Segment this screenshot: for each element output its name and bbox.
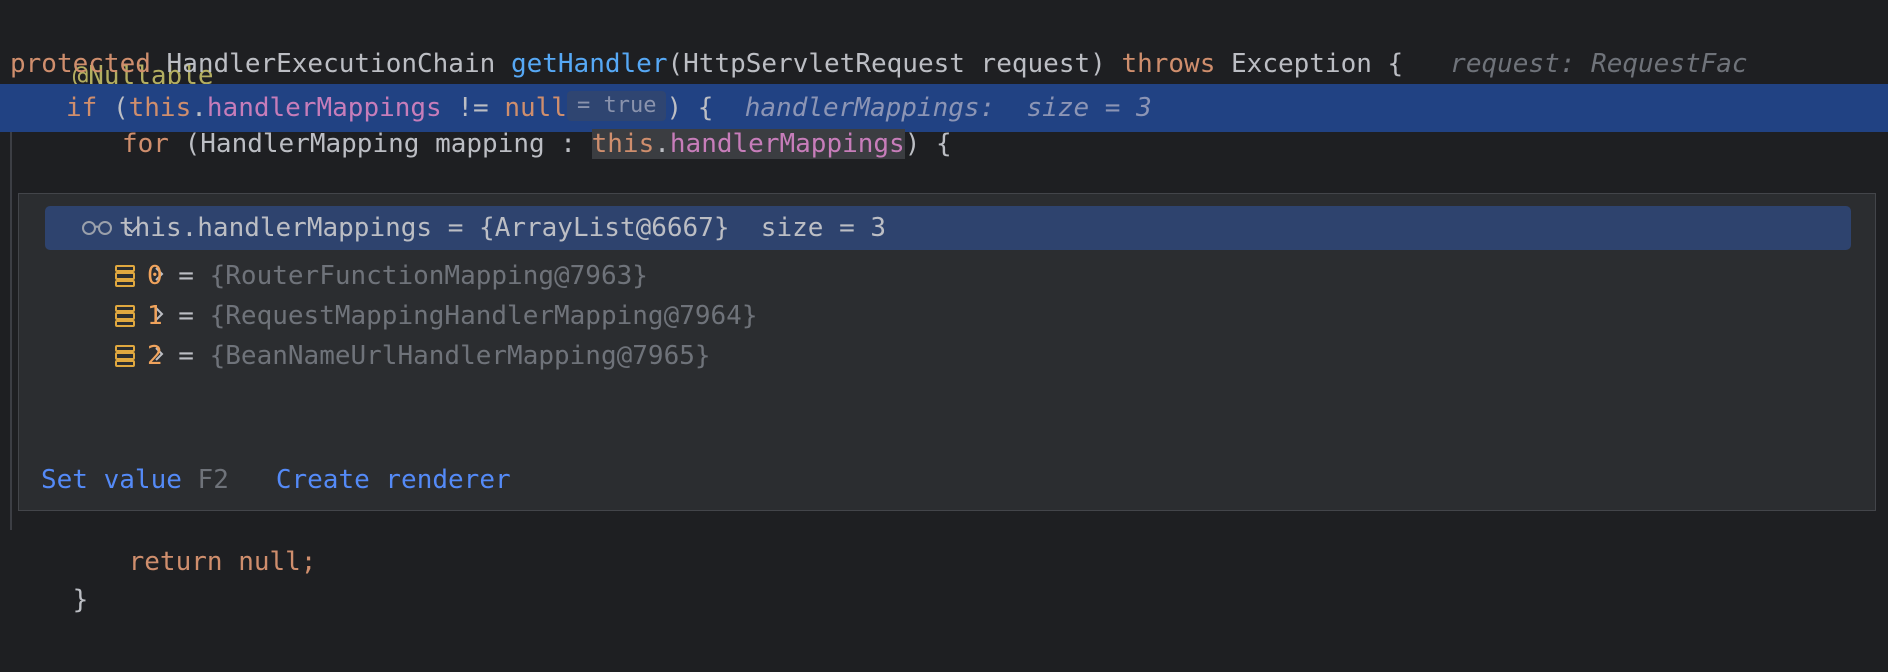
field-handler-mappings: handlerMappings [206,93,442,123]
keyword-if: if [66,93,98,123]
paren-close: ) { [666,93,714,123]
set-value-link[interactable]: Set value [41,465,182,495]
tree-item-row[interactable]: 0 = {RouterFunctionMapping@7963} [45,254,1851,298]
keyword-this: this [128,93,192,123]
keyword-for: for [122,129,169,159]
tree-root-row[interactable]: this.handlerMappings = {ArrayList@6667} … [45,206,1851,250]
item-value: {RequestMappingHandlerMapping@7964} [209,301,758,331]
array-element-icon [115,345,135,367]
operator-neq: != [441,93,505,123]
popup-footer: Set value F2 Create renderer [41,458,511,502]
create-renderer-link[interactable]: Create renderer [276,465,511,495]
item-index: 0 [147,261,163,291]
evaluated-expression: this.handlerMappings [591,129,905,159]
set-value-shortcut: F2 [197,465,229,495]
item-value: {RouterFunctionMapping@7963} [209,261,648,291]
root-value: = {ArrayList@6667} [432,213,730,243]
code-line-for[interactable]: for (HandlerMapping mapping : this.handl… [0,120,1888,168]
array-element-icon [115,265,135,287]
method-params: (HttpServletRequest request) [667,49,1106,79]
tree-item-row[interactable]: 2 = {BeanNameUrlHandlerMapping@7965} [45,334,1851,378]
tree-item-row[interactable]: 1 = {RequestMappingHandlerMapping@7964} [45,294,1851,338]
exception-type: Exception { [1231,49,1404,79]
keyword-protected: protected [10,49,151,79]
item-value: {BeanNameUrlHandlerMapping@7965} [209,341,711,371]
closing-brace: } [72,585,89,615]
paren-open: ( [112,93,129,123]
item-eq: = [162,301,210,331]
return-type: HandlerExecutionChain [166,49,496,79]
debug-inline-hint-request: request: RequestFac [1450,49,1748,79]
item-eq: = [162,261,210,291]
debug-inline-hint-mappings: handlerMappings: size = 3 [744,93,1152,123]
dot: . [191,93,207,123]
code-line-close[interactable]: } [0,528,1888,615]
method-name: getHandler [510,49,668,79]
root-size: size = 3 [729,213,887,243]
keyword-this: this [591,129,655,159]
item-index: 2 [147,341,163,371]
inline-value-badge[interactable]: = true [566,90,667,121]
item-eq: = [162,341,210,371]
loop-close: ) { [904,129,952,159]
field-handler-mappings: handlerMappings [669,129,905,159]
debug-value-popup[interactable]: this.handlerMappings = {ArrayList@6667} … [18,193,1876,511]
keyword-null: null [504,93,567,123]
chevron-right-icon[interactable] [75,290,164,422]
keyword-throws: throws [1121,49,1216,79]
array-element-icon [115,305,135,327]
root-name: this.handlerMappings [119,213,433,243]
loop-declaration: (HandlerMapping mapping : [184,129,592,159]
item-index: 1 [147,301,163,331]
code-line-method-signature[interactable]: protected HandlerExecutionChain getHandl… [0,40,1888,88]
dot: . [654,129,670,159]
